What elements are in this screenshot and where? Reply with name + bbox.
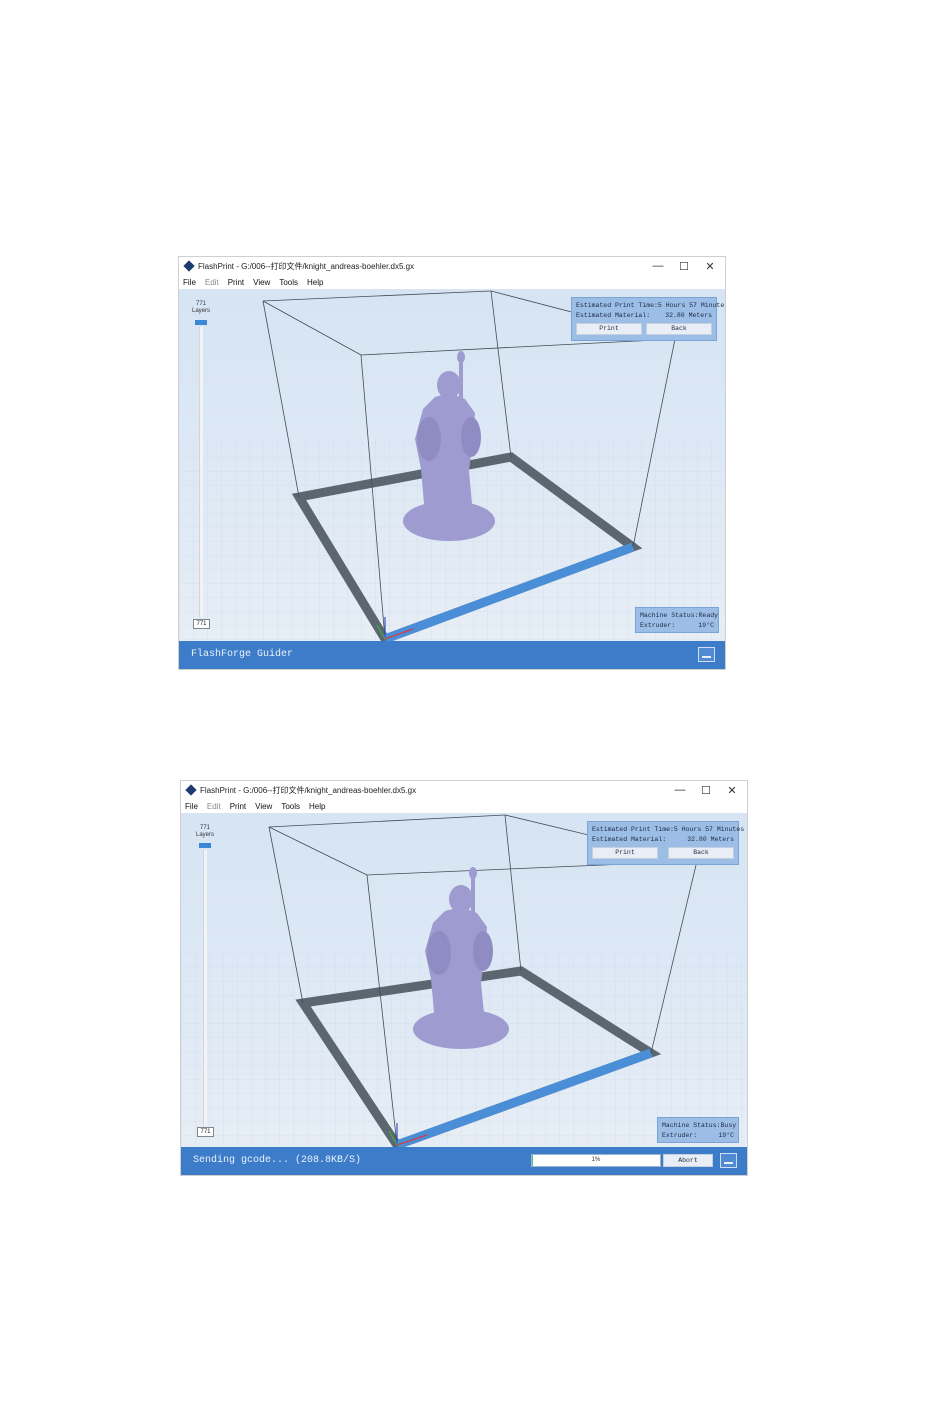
bottom-status-bar: FlashForge Guider [179,641,725,669]
machine-status-label: Machine Status: [662,1122,721,1129]
menu-tools[interactable]: Tools [279,278,298,287]
menu-help[interactable]: Help [307,278,323,287]
guider-label: FlashForge Guider [191,649,294,660]
layer-bottom-value[interactable]: 771 [197,1127,214,1137]
print-button[interactable]: Print [592,847,658,859]
back-button[interactable]: Back [646,323,712,335]
menu-file[interactable]: File [183,278,196,287]
machine-status-panel: Machine Status: Busy Extruder: 19°C [657,1117,739,1143]
layer-bottom-value[interactable]: 771 [193,619,210,629]
close-button[interactable]: ✕ [697,260,723,273]
menu-edit[interactable]: Edit [207,802,221,811]
extruder-label: Extruder: [662,1132,698,1139]
menu-print[interactable]: Print [228,278,244,287]
print-progress-bar: 1% [531,1154,661,1167]
progress-fill [532,1155,534,1166]
minimize-button[interactable]: — [667,784,693,796]
estimated-time-label: Estimated Print Time: [592,826,674,833]
abort-button[interactable]: Abort [663,1154,713,1167]
minimize-button[interactable]: — [645,260,671,272]
estimated-time-value: 5 Hours 57 Minutes [673,826,745,833]
maximize-button[interactable]: ☐ [671,260,697,273]
extruder-value: 19°C [718,1132,734,1139]
layer-slider-label: 771 Layers [191,825,219,839]
layers-label: Layers [195,832,214,838]
window-controls: — ☐ ✕ [645,257,723,275]
layer-slider-track[interactable] [199,327,203,617]
bottom-status-bar: Sending gcode... (208.8KB/S) 1% Abort [181,1147,747,1175]
machine-status-value: Busy [720,1122,737,1129]
layer-slider-handle[interactable] [199,843,211,848]
estimated-material-value: 32.80 Meters [665,312,712,319]
flashprint-logo-icon [185,784,197,796]
layer-top-value: 771 [195,301,206,307]
maximize-button[interactable]: ☐ [693,784,719,797]
menu-help[interactable]: Help [309,802,325,811]
menu-view[interactable]: View [253,278,270,287]
estimated-time-value: 5 Hours 57 Minutes [657,302,725,309]
layers-label: Layers [191,308,210,314]
estimated-material-label: Estimated Material: [592,836,667,843]
print-button[interactable]: Print [576,323,642,335]
progress-percent: 1% [591,1157,601,1163]
sending-gcode-label: Sending gcode... (208.8KB/S) [193,1155,362,1166]
close-button[interactable]: ✕ [719,784,745,797]
menu-bar: File Edit Print View Tools Help [181,799,747,813]
menu-print[interactable]: Print [230,802,246,811]
window-title: FlashPrint - G:/006--打印文件/knight_andreas… [198,261,415,271]
title-bar: FlashPrint - G:/006--打印文件/knight_andreas… [181,781,747,799]
layer-slider-label: 771 Layers [187,301,215,315]
flashprint-logo-icon [183,260,195,272]
menu-file[interactable]: File [185,802,198,811]
machine-status-panel: Machine Status: Ready Extruder: 19°C [635,607,719,633]
extruder-label: Extruder: [640,622,676,629]
3d-viewport[interactable]: 771 Layers 771 Estimated Print Time: 5 Ho… [181,813,747,1175]
flashprint-window-1: FlashPrint - G:/006--打印文件/knight_andreas… [178,256,726,670]
estimate-panel: Estimated Print Time: 5 Hours 57 Minutes … [587,821,744,865]
extruder-value: 19°C [698,622,714,629]
estimated-material-value: 32.80 Meters [687,836,734,843]
estimated-time-label: Estimated Print Time: [576,302,658,309]
console-icon[interactable] [698,647,715,662]
3d-viewport[interactable]: 771 Layers 771 Estimated Print Time: 5 Ho… [179,289,725,669]
machine-status-value: Ready [698,612,719,619]
window-title: FlashPrint - G:/006--打印文件/knight_andreas… [200,785,417,795]
title-bar: FlashPrint - G:/006--打印文件/knight_andreas… [179,257,725,275]
machine-status-label: Machine Status: [640,612,699,619]
layer-slider-handle[interactable] [195,320,207,325]
layer-top-value: 771 [199,825,210,831]
flashprint-window-2: FlashPrint - G:/006--打印文件/knight_andreas… [180,780,748,1176]
menu-bar: File Edit Print View Tools Help [179,275,725,289]
menu-tools[interactable]: Tools [281,802,300,811]
menu-view[interactable]: View [255,802,272,811]
window-controls: — ☐ ✕ [667,781,745,799]
estimated-material-label: Estimated Material: [576,312,651,319]
menu-edit[interactable]: Edit [205,278,219,287]
estimate-panel: Estimated Print Time: 5 Hours 57 Minutes … [571,297,725,341]
console-icon[interactable] [720,1153,737,1168]
back-button[interactable]: Back [668,847,734,859]
layer-slider-track[interactable] [203,850,207,1126]
